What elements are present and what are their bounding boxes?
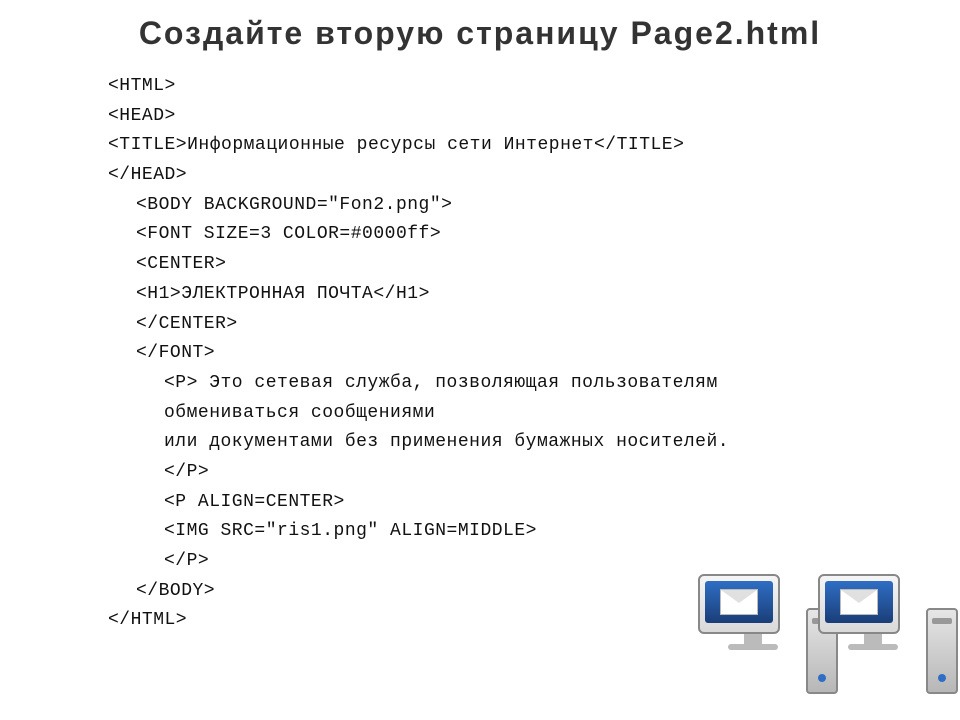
code-line: <H1>ЭЛЕКТРОННАЯ ПОЧТА</H1>	[108, 280, 960, 310]
code-line: <BODY BACKGROUND="Fon2.png">	[108, 191, 960, 221]
code-line: <TITLE>Информационные ресурсы сети Интер…	[108, 131, 960, 161]
tag-h1-close: </H1>	[373, 284, 430, 304]
tag-title-open: <TITLE>	[108, 135, 187, 155]
code-line: <P> Это сетевая служба, позволяющая поль…	[108, 369, 960, 399]
slide-title: Создайте вторую страницу Page2.html	[0, 0, 960, 72]
code-line: <HEAD>	[108, 102, 960, 132]
code-line: <HTML>	[108, 72, 960, 102]
code-line: <P ALIGN=CENTER>	[108, 488, 960, 518]
title-text: Информационные ресурсы сети Интернет	[187, 135, 594, 155]
code-line: <CENTER>	[108, 250, 960, 280]
computers-illustration	[698, 554, 928, 694]
computer-icon	[698, 574, 808, 694]
tag-title-close: </TITLE>	[594, 135, 684, 155]
envelope-icon	[840, 589, 878, 615]
code-line: </HEAD>	[108, 161, 960, 191]
code-line: <FONT SIZE=3 COLOR=#0000ff>	[108, 220, 960, 250]
tag-h1-open: <H1>	[136, 284, 181, 304]
code-line: <IMG SRC="ris1.png" ALIGN=MIDDLE>	[108, 517, 960, 547]
code-line: или документами без применения бумажных …	[108, 428, 960, 458]
computer-icon	[818, 574, 928, 694]
code-line: </FONT>	[108, 339, 960, 369]
code-line: </CENTER>	[108, 310, 960, 340]
envelope-icon	[720, 589, 758, 615]
code-line: обмениваться сообщениями	[108, 399, 960, 429]
code-line: </P>	[108, 458, 960, 488]
code-block: <HTML> <HEAD> <TITLE>Информационные ресу…	[0, 72, 960, 636]
h1-text: ЭЛЕКТРОННАЯ ПОЧТА	[181, 284, 373, 304]
